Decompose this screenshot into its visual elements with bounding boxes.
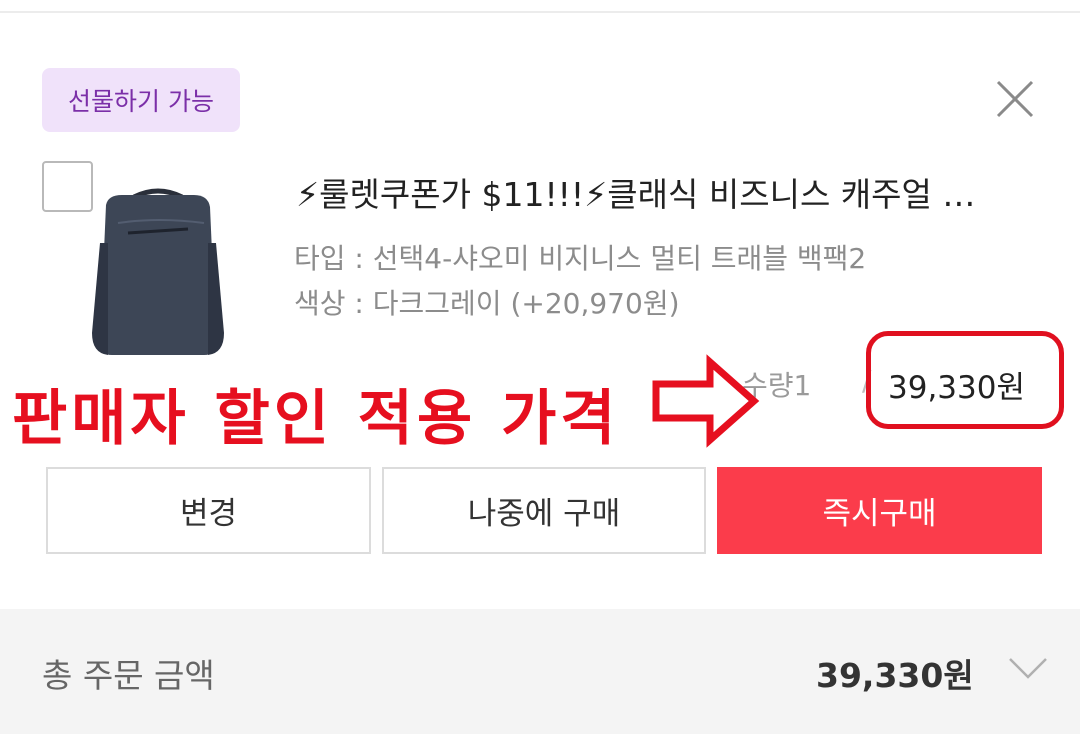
- top-divider: [0, 11, 1080, 13]
- seller-discount-annotation: 판매자 할인 적용 가격: [12, 384, 620, 454]
- buy-later-button[interactable]: 나중에 구매: [382, 467, 706, 554]
- gift-available-badge: 선물하기 가능: [42, 68, 240, 132]
- total-order-amount: 39,330원: [816, 656, 974, 695]
- product-thumbnail[interactable]: [88, 183, 228, 361]
- change-option-button[interactable]: 변경: [46, 467, 371, 554]
- chevron-down-icon[interactable]: [1008, 656, 1048, 680]
- bottom-spacer: [0, 734, 1080, 743]
- total-order-label: 총 주문 금액: [42, 656, 215, 695]
- item-price: 39,330원: [888, 370, 1025, 406]
- buy-now-button[interactable]: 즉시구매: [717, 467, 1042, 554]
- product-title[interactable]: ⚡룰렛쿠폰가 $11!!!⚡클래식 비즈니스 캐주얼 백팩: [296, 168, 996, 216]
- product-option-type: 타입 : 선택4-샤오미 비지니스 멀티 트래블 백팩2: [294, 242, 867, 275]
- right-arrow-icon: [652, 354, 760, 448]
- product-option-color: 색상 : 다크그레이 (+20,970원): [294, 287, 680, 320]
- select-item-checkbox[interactable]: [42, 161, 93, 212]
- close-icon[interactable]: [994, 78, 1036, 120]
